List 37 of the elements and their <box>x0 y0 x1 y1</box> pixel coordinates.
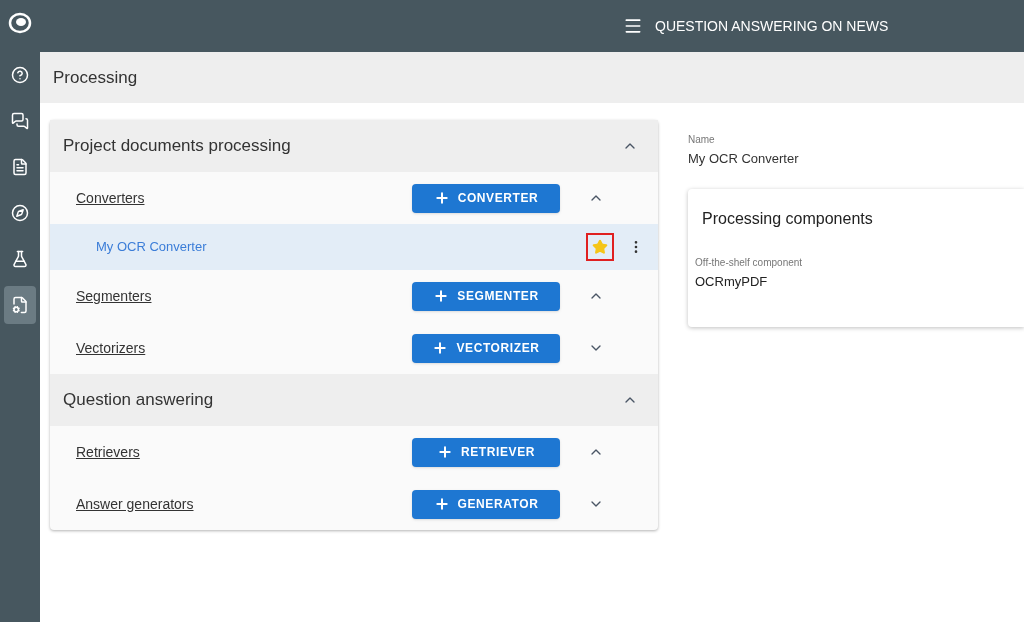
add-button[interactable]: GENERATOR <box>412 489 560 519</box>
component-label: Off-the-shelf component <box>695 255 804 270</box>
section-title: Project documents processing <box>63 135 291 158</box>
app-title: QUESTION ANSWERING ON NEWS <box>655 16 889 36</box>
star-icon <box>592 239 608 255</box>
group-link[interactable]: Segmenters <box>76 285 412 307</box>
sidebar-item[interactable] <box>4 286 36 324</box>
add-button[interactable]: VECTORIZER <box>412 333 560 363</box>
flask-icon <box>11 250 29 268</box>
group-link[interactable]: Retrievers <box>76 441 412 463</box>
eye-logo-icon <box>8 11 32 35</box>
name-label: Name <box>688 133 716 147</box>
add-button[interactable]: RETRIEVER <box>412 437 560 467</box>
plus-icon <box>436 444 453 460</box>
group-link[interactable]: Vectorizers <box>76 337 412 359</box>
name-value: My OCR Converter <box>688 150 800 168</box>
component-value: OCRmyPDF <box>695 272 769 291</box>
section-header[interactable]: Project documents processing <box>50 120 658 172</box>
group-link[interactable]: Converters <box>76 187 412 209</box>
star-button[interactable] <box>586 233 614 261</box>
item-name: My OCR Converter <box>96 238 208 257</box>
section-title: Question answering <box>63 389 214 412</box>
plus-icon <box>433 496 450 512</box>
card-title: Processing components <box>701 208 874 229</box>
add-button[interactable]: CONVERTER <box>412 183 560 213</box>
section-header[interactable]: Question answering <box>50 374 658 426</box>
document-icon <box>11 158 29 176</box>
menu-icon[interactable] <box>623 16 643 36</box>
file-gear-icon <box>11 296 29 314</box>
compass-icon <box>11 204 29 222</box>
chat-icon <box>11 112 29 130</box>
page-title: Processing <box>53 66 138 89</box>
group-link[interactable]: Answer generators <box>76 493 412 515</box>
list-item[interactable]: My OCR Converter <box>50 224 658 270</box>
add-button[interactable]: SEGMENTER <box>412 281 560 311</box>
plus-icon <box>433 190 450 206</box>
question-icon <box>11 66 29 84</box>
